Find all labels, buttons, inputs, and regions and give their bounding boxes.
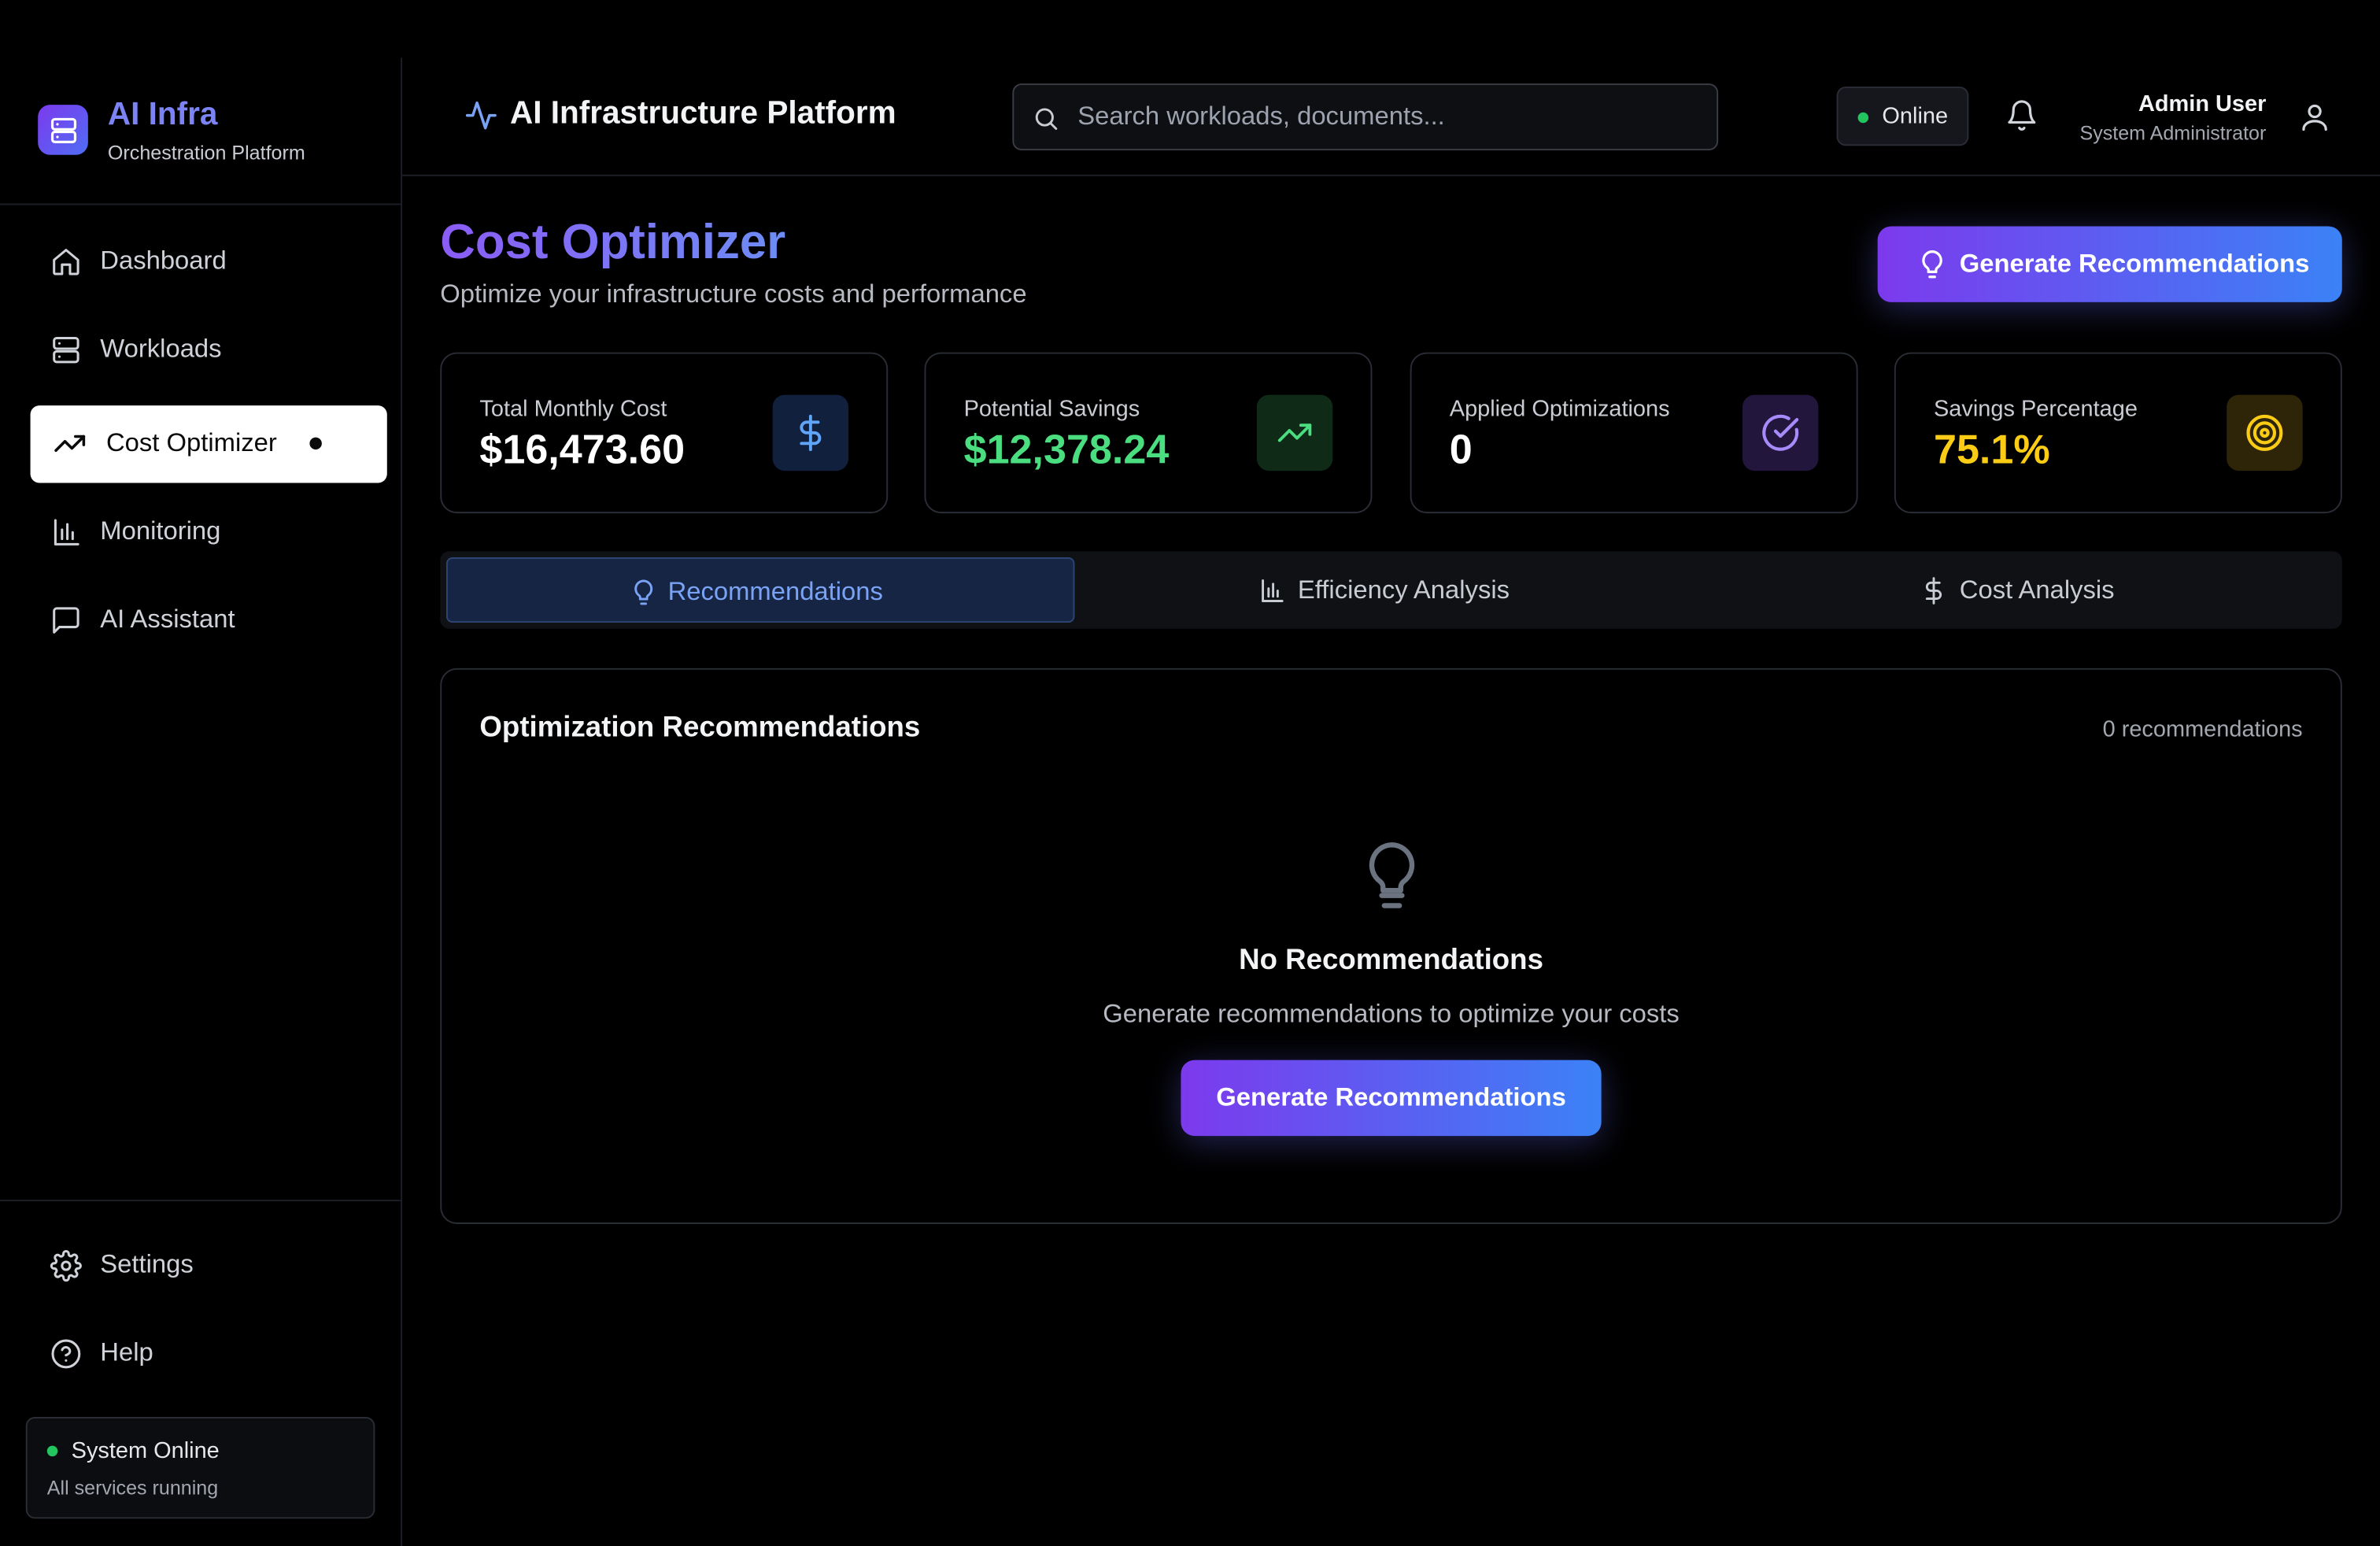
recommendations-count: 0 recommendations xyxy=(2102,716,2303,743)
tab-bar: Recommendations Efficiency Analysis Cost… xyxy=(440,551,2342,629)
status-dot xyxy=(46,1445,58,1457)
user-icon[interactable] xyxy=(2298,100,2331,133)
tab-recommendations[interactable]: Recommendations xyxy=(445,557,1075,623)
tab-efficiency-analysis[interactable]: Efficiency Analysis xyxy=(1077,557,1707,623)
bar-chart-icon xyxy=(1258,577,1286,605)
system-status-title: System Online xyxy=(71,1438,220,1464)
search-input[interactable] xyxy=(1077,85,1700,150)
trending-up-icon xyxy=(53,427,86,460)
stat-label: Applied Optimizations xyxy=(1449,396,1670,423)
tab-label: Efficiency Analysis xyxy=(1297,575,1510,605)
brand-title: AI Infra xyxy=(107,97,218,132)
generate-recommendations-button[interactable]: Generate Recommendations xyxy=(1877,226,2342,302)
stat-value: 0 xyxy=(1449,427,1473,473)
server-icon xyxy=(49,333,82,366)
sidebar-item-help[interactable]: Help xyxy=(31,1315,387,1393)
sidebar-item-settings[interactable]: Settings xyxy=(31,1227,387,1304)
sidebar-item-label: Workloads xyxy=(100,334,222,364)
trending-up-icon xyxy=(1256,394,1333,472)
search-icon xyxy=(1032,105,1059,132)
sidebar-item-workloads[interactable]: Workloads xyxy=(31,312,387,389)
active-indicator xyxy=(309,437,322,450)
user-name: Admin User xyxy=(2138,91,2267,117)
generate-recommendations-label: Generate Recommendations xyxy=(1959,249,2310,279)
lightbulb-icon xyxy=(1362,840,1422,915)
panel-title: Optimization Recommendations xyxy=(479,712,921,745)
sidebar-item-ai-assistant[interactable]: AI Assistant xyxy=(31,582,387,659)
search-box[interactable] xyxy=(1012,83,1719,150)
sidebar-divider xyxy=(0,1200,401,1202)
bar-chart-icon xyxy=(49,515,82,548)
home-icon xyxy=(49,245,82,278)
gear-icon xyxy=(49,1248,82,1282)
tab-label: Cost Analysis xyxy=(1959,575,2115,605)
stat-card-potential-savings: Potential Savings $12,378.24 xyxy=(924,352,1373,514)
sidebar-item-label: Settings xyxy=(100,1249,194,1279)
tab-label: Recommendations xyxy=(667,577,883,606)
system-status-detail: All services running xyxy=(46,1476,219,1500)
tab-cost-analysis[interactable]: Cost Analysis xyxy=(1710,557,2336,623)
online-dot xyxy=(1857,112,1869,124)
stat-value: 75.1% xyxy=(1933,427,2050,473)
sidebar-item-monitoring[interactable]: Monitoring xyxy=(31,494,387,571)
stat-card-applied-optimizations: Applied Optimizations 0 xyxy=(1410,352,1858,514)
lightbulb-icon xyxy=(1917,249,1948,279)
user-role: System Administrator xyxy=(2079,121,2267,145)
sidebar: AI Infra Orchestration Platform Dashboar… xyxy=(0,57,403,1546)
app-title: AI Infrastructure Platform xyxy=(509,95,896,131)
target-icon xyxy=(2227,394,2303,472)
system-status-card: System Online All services running xyxy=(25,1417,375,1519)
stat-value: $16,473.60 xyxy=(479,427,686,473)
sidebar-item-dashboard[interactable]: Dashboard xyxy=(31,224,387,301)
brand[interactable]: AI Infra Orchestration Platform xyxy=(0,57,401,205)
sidebar-item-label: Dashboard xyxy=(100,246,227,276)
help-circle-icon xyxy=(49,1337,82,1370)
bell-icon[interactable] xyxy=(2005,98,2038,131)
message-square-icon xyxy=(49,603,82,636)
check-circle-icon xyxy=(1742,394,1819,472)
empty-state-title: No Recommendations xyxy=(1239,945,1543,977)
lightbulb-icon xyxy=(630,579,657,606)
page-title: Cost Optimizer xyxy=(440,214,786,269)
sidebar-item-cost-optimizer[interactable]: Cost Optimizer xyxy=(30,405,387,483)
server-stack-icon xyxy=(38,105,88,155)
app-root: AI Infra Orchestration Platform Dashboar… xyxy=(0,0,2380,1546)
stat-label: Potential Savings xyxy=(963,396,1140,423)
online-status-label: Online xyxy=(1882,103,1949,129)
stat-label: Savings Percentage xyxy=(1933,396,2138,423)
stat-value: $12,378.24 xyxy=(963,427,1170,473)
recommendations-panel: Optimization Recommendations 0 recommend… xyxy=(440,668,2342,1224)
brand-subtitle: Orchestration Platform xyxy=(107,141,305,165)
sidebar-item-label: AI Assistant xyxy=(100,604,235,634)
dollar-icon xyxy=(1920,577,1948,605)
sidebar-item-label: Help xyxy=(100,1337,153,1367)
sidebar-item-label: Cost Optimizer xyxy=(105,428,277,457)
activity-icon xyxy=(464,98,497,131)
empty-state-subtitle: Generate recommendations to optimize you… xyxy=(1103,999,1680,1029)
online-status-pill: Online xyxy=(1836,86,1969,146)
top-bar: AI Infrastructure Platform Online Admin … xyxy=(402,57,2380,176)
stat-card-total-monthly-cost: Total Monthly Cost $16,473.60 xyxy=(440,352,889,514)
empty-generate-recommendations-button[interactable]: Generate Recommendations xyxy=(1181,1060,1602,1137)
stat-label: Total Monthly Cost xyxy=(479,396,667,423)
sidebar-item-label: Monitoring xyxy=(100,516,221,546)
page-subtitle: Optimize your infrastructure costs and p… xyxy=(440,279,1027,309)
dollar-icon xyxy=(772,394,849,472)
stat-card-savings-percentage: Savings Percentage 75.1% xyxy=(1894,352,2342,514)
